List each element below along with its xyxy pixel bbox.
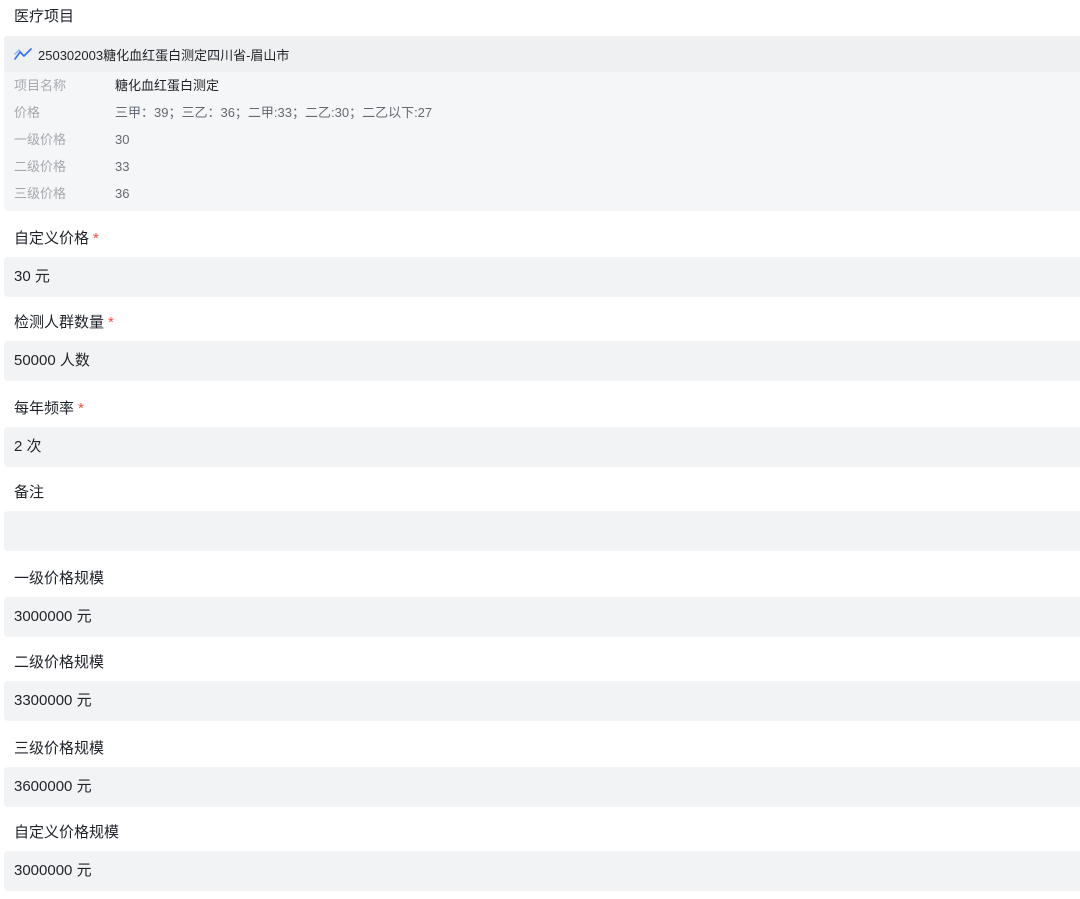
detail-value: 33 bbox=[115, 159, 130, 174]
scale-custom-label: 自定义价格规模 bbox=[14, 824, 120, 841]
scale-level3-field[interactable]: 3600000 元 bbox=[4, 767, 1080, 807]
custom-price-label: 自定义价格 * bbox=[0, 221, 1080, 257]
project-item-header[interactable]: 250302003糖化血红蛋白测定四川省-眉山市 bbox=[4, 36, 1080, 72]
detail-row-level1-price: 一级价格 30 bbox=[4, 126, 1080, 153]
detail-key: 一级价格 bbox=[14, 132, 67, 147]
custom-price-field[interactable]: 30 元 bbox=[4, 257, 1080, 297]
detail-value: 三甲：39；三乙：36；二甲:33；二乙:30；二乙以下:27 bbox=[115, 105, 433, 120]
detail-key: 二级价格 bbox=[14, 159, 67, 174]
scale-level1-field[interactable]: 3000000 元 bbox=[4, 597, 1080, 637]
detail-key: 价格 bbox=[14, 105, 41, 120]
form-page: 医疗项目 250302003糖化血红蛋白测定四川省-眉山市 项目名称 糖化血红蛋… bbox=[0, 0, 1080, 899]
detail-row-name: 项目名称 糖化血红蛋白测定 bbox=[4, 72, 1080, 99]
required-mark: * bbox=[108, 314, 114, 331]
custom-price-label-text: 自定义价格 bbox=[14, 230, 90, 247]
trend-line-icon bbox=[14, 47, 32, 61]
population-field[interactable]: 50000 人数 bbox=[4, 341, 1080, 381]
medical-project-label: 医疗项目 bbox=[14, 8, 75, 25]
detail-key: 三级价格 bbox=[14, 186, 67, 201]
scale-level2-label: 二级价格规模 bbox=[14, 654, 105, 671]
population-label-text: 检测人群数量 bbox=[14, 314, 105, 331]
remark-label: 备注 bbox=[14, 484, 45, 501]
scale-level3-label: 三级价格规模 bbox=[14, 740, 105, 757]
population-label: 检测人群数量 * bbox=[0, 305, 1080, 341]
medical-project-card[interactable]: 250302003糖化血红蛋白测定四川省-眉山市 项目名称 糖化血红蛋白测定 价… bbox=[4, 36, 1080, 211]
project-item-title: 250302003糖化血红蛋白测定四川省-眉山市 bbox=[38, 47, 290, 63]
remark-field[interactable] bbox=[4, 511, 1080, 551]
frequency-field[interactable]: 2 次 bbox=[4, 427, 1080, 467]
required-mark: * bbox=[93, 230, 99, 247]
scale-level2-field[interactable]: 3300000 元 bbox=[4, 681, 1080, 721]
detail-value: 糖化血红蛋白测定 bbox=[115, 78, 220, 93]
scale-level1-label: 一级价格规模 bbox=[14, 570, 105, 587]
scale-custom-field[interactable]: 3000000 元 bbox=[4, 851, 1080, 891]
frequency-label-text: 每年频率 bbox=[14, 400, 75, 417]
detail-value: 36 bbox=[115, 186, 130, 201]
detail-key: 项目名称 bbox=[14, 78, 67, 93]
detail-row-level3-price: 三级价格 36 bbox=[4, 180, 1080, 207]
detail-row-level2-price: 二级价格 33 bbox=[4, 153, 1080, 180]
detail-value: 30 bbox=[115, 132, 130, 147]
detail-row-price: 价格 三甲：39；三乙：36；二甲:33；二乙:30；二乙以下:27 bbox=[4, 99, 1080, 126]
frequency-label: 每年频率 * bbox=[0, 391, 1080, 427]
required-mark: * bbox=[78, 400, 84, 417]
